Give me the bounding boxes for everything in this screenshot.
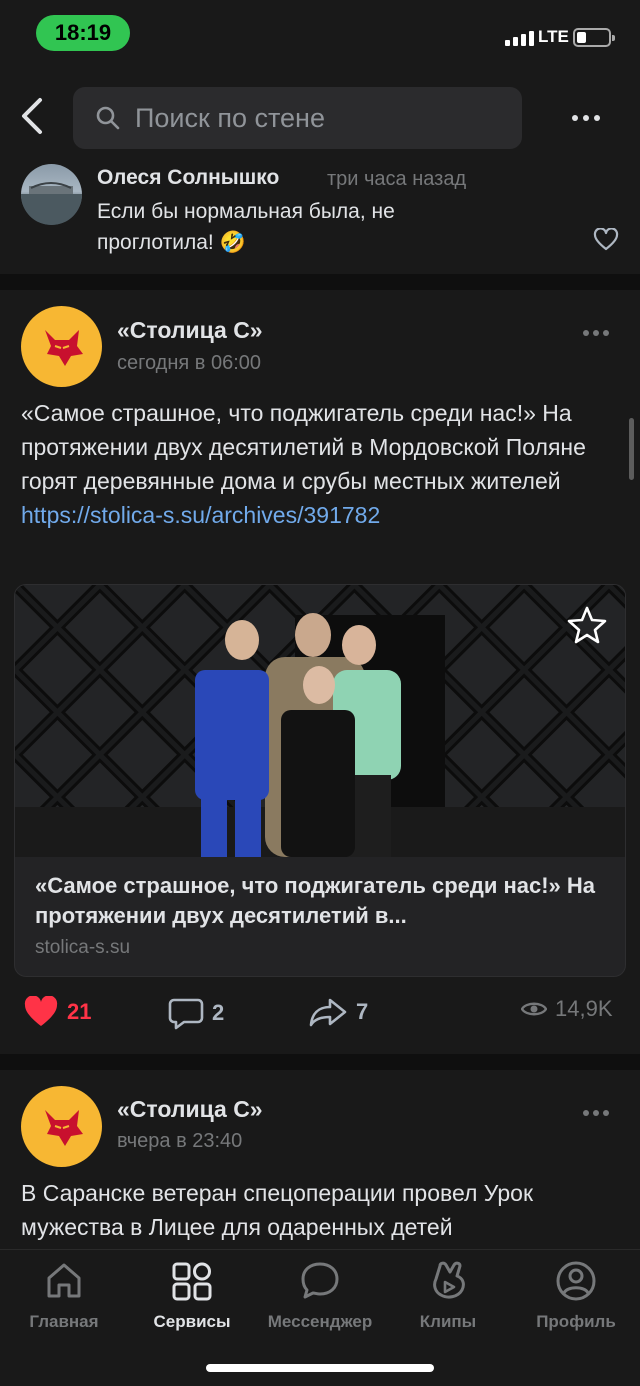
- comment-bubble-icon: [168, 998, 204, 1030]
- views-counter: 14,9K: [521, 996, 613, 1022]
- post-time: сегодня в 06:00: [117, 352, 261, 374]
- scroll-indicator: [629, 418, 634, 480]
- search-placeholder: Поиск по стене: [135, 102, 325, 133]
- tab-home[interactable]: Главная: [0, 1260, 128, 1332]
- comment-count: 2: [212, 1000, 225, 1025]
- wall-post: «Столица С» сегодня в 06:00 «Самое страш…: [0, 290, 640, 1054]
- post-menu-icon[interactable]: [583, 1110, 609, 1116]
- comment-time: три часа назад: [327, 168, 467, 190]
- home-indicator[interactable]: [206, 1364, 434, 1372]
- post-link[interactable]: https://stolica-s.su/archives/391782: [21, 502, 380, 528]
- comment-text: Если бы нормальная была, не проглотила! …: [97, 200, 395, 254]
- link-preview-card[interactable]: «Самое страшное, что поджигатель среди н…: [14, 584, 626, 977]
- tab-label: Клипы: [419, 1312, 477, 1331]
- back-chevron-icon[interactable]: [18, 96, 48, 136]
- like-count: 21: [67, 999, 92, 1024]
- tab-messenger[interactable]: Мессенджер: [256, 1260, 384, 1332]
- comment-author[interactable]: Олеся Солнышко: [97, 166, 279, 190]
- fox-logo-icon: [44, 329, 83, 366]
- share-button[interactable]: 7: [308, 996, 368, 1028]
- post-author[interactable]: «Столица С»: [117, 1096, 263, 1123]
- signal-icon: [505, 30, 534, 46]
- more-options-icon[interactable]: [572, 115, 600, 121]
- like-button[interactable]: 21: [23, 996, 91, 1028]
- network-type: LTE: [538, 27, 569, 46]
- post-time: вчера в 23:40: [117, 1130, 243, 1152]
- wall-search-input[interactable]: Поиск по стене: [73, 87, 522, 149]
- status-time: 18:19: [36, 15, 130, 51]
- tab-services[interactable]: Сервисы: [128, 1260, 256, 1332]
- clips-icon: [433, 1261, 465, 1299]
- tab-label: Мессенджер: [267, 1312, 373, 1331]
- wall-search-header: Поиск по стене: [0, 70, 640, 158]
- tab-profile[interactable]: Профиль: [512, 1260, 640, 1332]
- status-bar: 18:19 LTE: [0, 0, 640, 70]
- services-icon: [172, 1262, 212, 1301]
- fox-logo-icon: [44, 1109, 83, 1146]
- home-icon: [47, 1263, 81, 1298]
- post-text: «Самое страшное, что поджигатель среди н…: [21, 396, 621, 532]
- share-arrow-icon: [309, 998, 347, 1027]
- wall-post: «Столица С» вчера в 23:40 В Саранске вет…: [0, 1070, 640, 1270]
- search-icon: [96, 106, 120, 130]
- tab-clips[interactable]: Клипы: [384, 1260, 512, 1332]
- community-avatar[interactable]: [21, 306, 102, 387]
- post-body: «Самое страшное, что поджигатель среди н…: [21, 400, 586, 494]
- post-author[interactable]: «Столица С»: [117, 317, 263, 344]
- comment-button[interactable]: 2: [168, 996, 224, 1030]
- tab-label: Сервисы: [153, 1312, 231, 1331]
- tab-label: Главная: [29, 1312, 99, 1331]
- views-count: 14,9K: [555, 996, 613, 1021]
- post-body: В Саранске ветеран спецоперации провел У…: [21, 1180, 534, 1240]
- messenger-icon: [301, 1262, 339, 1299]
- link-preview-domain: stolica-s.su: [35, 937, 131, 958]
- link-preview-title: «Самое страшное, что поджигатель среди н…: [35, 873, 596, 928]
- comment-like-heart-icon[interactable]: [593, 228, 619, 252]
- heart-filled-icon: [24, 996, 58, 1026]
- community-avatar[interactable]: [21, 1086, 102, 1167]
- tab-label: Профиль: [536, 1312, 616, 1331]
- article-photo: [15, 585, 625, 857]
- bookmark-star-icon[interactable]: [567, 605, 607, 645]
- battery-icon: [573, 28, 615, 47]
- comment-item: Олеся Солнышко три часа назад Если бы но…: [0, 158, 640, 274]
- share-count: 7: [356, 999, 369, 1024]
- post-actions: 21 2 7 14,9K: [0, 996, 640, 1036]
- post-menu-icon[interactable]: [583, 330, 609, 336]
- commenter-avatar[interactable]: [21, 164, 82, 225]
- profile-icon: [556, 1261, 596, 1301]
- eye-icon: [521, 1002, 547, 1016]
